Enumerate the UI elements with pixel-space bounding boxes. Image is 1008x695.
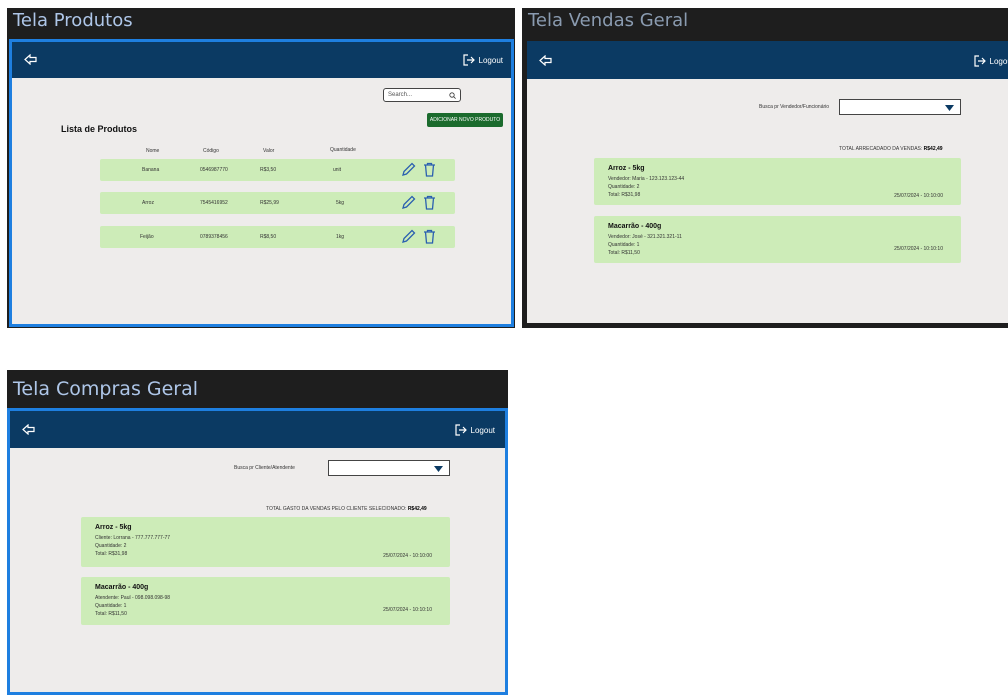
card-title: Arroz - 5kg <box>95 524 132 531</box>
card-date: 25/07/2024 - 10:10:00 <box>894 193 943 199</box>
window-title: Tela Vendas Geral <box>528 10 689 31</box>
card-title: Macarrão - 400g <box>608 223 662 230</box>
produtos-screen: Logout Search... ADICIONAR NOVO PRODUTO … <box>9 39 514 327</box>
column-header-nome: Nome <box>146 148 160 154</box>
dropdown-arrow-icon <box>434 466 443 472</box>
card-total: Total: R$11,50 <box>95 611 127 617</box>
back-arrow-icon[interactable] <box>22 424 35 435</box>
card-total: Total: R$11,50 <box>608 250 640 256</box>
card-person: Atendente: Paul - 098.098.098-98 <box>95 595 171 601</box>
top-bar: Logout <box>10 411 505 448</box>
logout-button[interactable]: Logout <box>462 54 503 66</box>
window-title: Tela Compras Geral <box>13 378 199 400</box>
search-icon <box>449 91 456 99</box>
dropdown-arrow-icon <box>945 105 954 111</box>
cell-quantidade: 5kg <box>336 200 345 206</box>
card-quantity: Quantidade: 1 <box>95 603 127 609</box>
cell-valor: R$8,50 <box>260 234 277 240</box>
cell-valor: R$25,99 <box>260 200 279 206</box>
total-summary: TOTAL GASTO DA VENDAS PELO CLIENTE SELEC… <box>266 506 427 512</box>
logout-label: Logout <box>478 55 503 65</box>
card-quantity: Quantidade: 2 <box>95 543 127 549</box>
cell-quantidade: 1kg <box>336 234 345 240</box>
top-bar: Logout <box>527 41 1008 79</box>
table-row: Arroz 7545416952 R$25,99 5kg <box>100 192 455 214</box>
filter-label: Busca pr Vendedor/Funcionário <box>759 104 830 110</box>
back-arrow-icon[interactable] <box>539 55 552 66</box>
cell-quantidade: unit <box>333 167 342 173</box>
table-row: Feijão 0789378456 R$8,50 1kg <box>100 226 455 248</box>
logout-button[interactable]: Logout <box>454 424 495 436</box>
window-title: Tela Produtos <box>13 10 133 31</box>
card-title: Macarrão - 400g <box>95 584 149 591</box>
purchase-card: Arroz - 5kg Cliente: Lorrana - 777.777.7… <box>81 517 450 567</box>
list-title: Lista de Produtos <box>61 124 138 134</box>
add-product-button[interactable]: ADICIONAR NOVO PRODUTO <box>427 113 503 127</box>
card-date: 25/07/2024 - 10:10:10 <box>383 607 432 613</box>
top-bar: Logout <box>12 42 511 78</box>
purchase-card: Macarrão - 400g Atendente: Paul - 098.09… <box>81 577 450 625</box>
card-title: Arroz - 5kg <box>608 165 645 172</box>
edit-pencil-icon[interactable] <box>401 195 416 210</box>
total-label: TOTAL GASTO DA VENDAS PELO CLIENTE SELEC… <box>266 506 407 512</box>
column-header-quantidade: Quantidade <box>330 147 356 153</box>
card-quantity: Quantidade: 1 <box>608 242 640 248</box>
vendas-screen: Logout Busca pr Vendedor/Funcionário TOT… <box>527 41 1008 323</box>
edit-pencil-icon[interactable] <box>401 162 416 177</box>
logout-icon <box>462 54 475 66</box>
card-total: Total: R$31,98 <box>95 551 128 557</box>
column-header-codigo: Código <box>203 148 219 154</box>
trash-icon[interactable] <box>423 229 436 244</box>
total-value: R$42,49 <box>923 146 943 152</box>
sale-card: Macarrão - 400g Vendedor: José - 321.321… <box>594 216 961 263</box>
cell-valor: R$3,50 <box>260 167 277 173</box>
card-person: Vendedor: José - 321.321.321-11 <box>608 234 682 240</box>
compras-window: Tela Compras Geral Logout Busca pr Clien… <box>7 370 508 695</box>
compras-screen: Logout Busca pr Cliente/Atendente TOTAL … <box>7 408 508 695</box>
logout-label: Logout <box>989 56 1008 66</box>
logout-label: Logout <box>470 425 495 435</box>
search-input[interactable]: Search... <box>383 88 461 102</box>
column-header-valor: Valor <box>263 148 275 154</box>
seller-select[interactable] <box>839 99 961 115</box>
table-row: Banana 0546987770 R$3,50 unit <box>100 159 455 181</box>
cell-nome: Banana <box>142 167 160 173</box>
back-arrow-icon[interactable] <box>24 54 37 65</box>
logout-icon <box>454 424 467 436</box>
sale-card: Arroz - 5kg Vendedor: Maria - 123.123.12… <box>594 158 961 205</box>
card-person: Cliente: Lorrana - 777.777.777-77 <box>95 535 171 541</box>
cell-codigo: 0789378456 <box>200 234 228 240</box>
logout-icon <box>973 55 986 67</box>
edit-pencil-icon[interactable] <box>401 229 416 244</box>
card-date: 25/07/2024 - 10:10:10 <box>894 246 943 252</box>
card-total: Total: R$31,98 <box>608 192 641 198</box>
card-date: 25/07/2024 - 10:10:00 <box>383 553 432 559</box>
filter-label: Busca pr Cliente/Atendente <box>234 465 295 471</box>
total-summary: TOTAL ARRECADADO DA VENDAS: R$42,49 <box>839 146 943 152</box>
produtos-window: Tela Produtos Logout Search... ADICIONAR… <box>7 8 515 328</box>
trash-icon[interactable] <box>423 195 436 210</box>
cell-nome: Feijão <box>140 234 154 240</box>
card-person: Vendedor: Maria - 123.123.123-44 <box>608 176 685 182</box>
client-select[interactable] <box>328 460 450 476</box>
trash-icon[interactable] <box>423 162 436 177</box>
cell-nome: Arroz <box>142 200 154 206</box>
cell-codigo: 7545416952 <box>200 200 228 206</box>
logout-button[interactable]: Logout <box>973 55 1008 67</box>
vendas-window: Tela Vendas Geral Logout Busca pr Vended… <box>522 8 1008 328</box>
total-value: R$42,49 <box>407 506 427 512</box>
cell-codigo: 0546987770 <box>200 167 228 173</box>
search-placeholder: Search... <box>388 92 413 98</box>
total-label: TOTAL ARRECADADO DA VENDAS: <box>839 146 923 152</box>
card-quantity: Quantidade: 2 <box>608 184 640 190</box>
